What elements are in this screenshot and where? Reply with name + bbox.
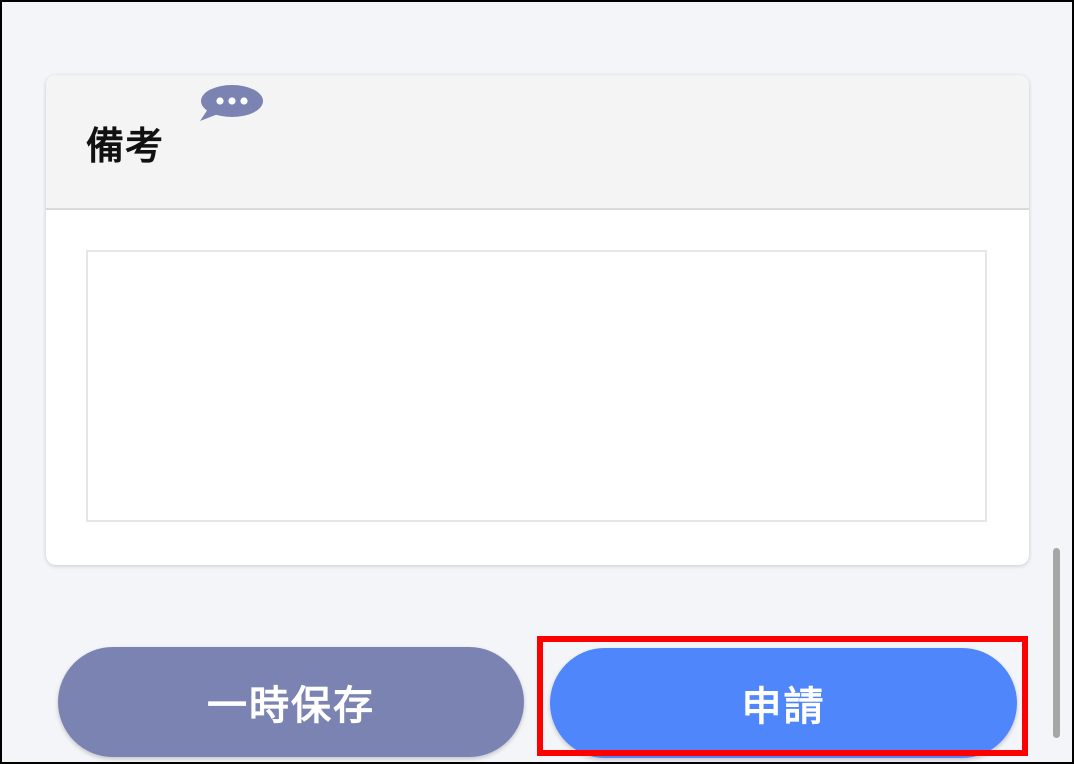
save-draft-button[interactable]: 一時保存 <box>58 647 524 757</box>
remarks-card: 備考 <box>46 75 1029 565</box>
remarks-textarea[interactable] <box>86 250 987 522</box>
save-draft-label: 一時保存 <box>207 683 375 729</box>
apply-label: 申請 <box>741 684 826 730</box>
scrollbar[interactable] <box>1053 548 1060 738</box>
remarks-title: 備考 <box>86 124 165 168</box>
speech-bubble-icon[interactable] <box>198 83 264 123</box>
remarks-card-header: 備考 <box>46 75 1029 210</box>
apply-button[interactable]: 申請 <box>550 648 1017 758</box>
